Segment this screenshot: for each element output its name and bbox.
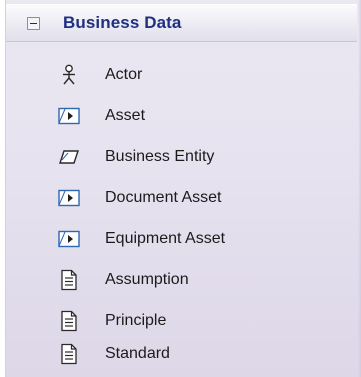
toolbox-item-equipment-asset[interactable]: Equipment Asset: [6, 225, 346, 253]
toolbox-item-asset[interactable]: Asset: [6, 102, 346, 130]
item-label: Document Asset: [105, 189, 222, 206]
toolbox-item-document-asset[interactable]: Document Asset: [6, 184, 346, 212]
item-label: Business Entity: [105, 148, 215, 165]
toolbox-item-standard[interactable]: Standard: [6, 340, 346, 368]
toolbox-item-business-entity[interactable]: Business Entity: [6, 143, 346, 171]
group-header-business-data[interactable]: Business Data: [6, 4, 357, 42]
actor-icon: [58, 64, 80, 86]
document-icon: [58, 310, 80, 332]
collapse-toggle-icon[interactable]: [27, 16, 40, 30]
item-label: Actor: [105, 66, 143, 83]
document-icon: [58, 343, 80, 365]
item-label: Principle: [105, 312, 167, 329]
group-title: Business Data: [63, 13, 182, 32]
toolbox-panel: Business Data Actor Asset Business Entit…: [5, 0, 361, 377]
item-label: Standard: [105, 345, 170, 362]
toolbox-item-actor[interactable]: Actor: [6, 61, 346, 89]
asset-icon: [58, 228, 80, 250]
item-label: Assumption: [105, 271, 189, 288]
document-icon: [58, 269, 80, 291]
toolbox-item-principle[interactable]: Principle: [6, 307, 346, 335]
item-label: Asset: [105, 107, 146, 124]
asset-icon: [58, 105, 80, 127]
item-label: Equipment Asset: [105, 230, 226, 247]
toolbox-item-assumption[interactable]: Assumption: [6, 266, 346, 294]
business-entity-icon: [58, 146, 80, 168]
asset-icon: [58, 187, 80, 209]
